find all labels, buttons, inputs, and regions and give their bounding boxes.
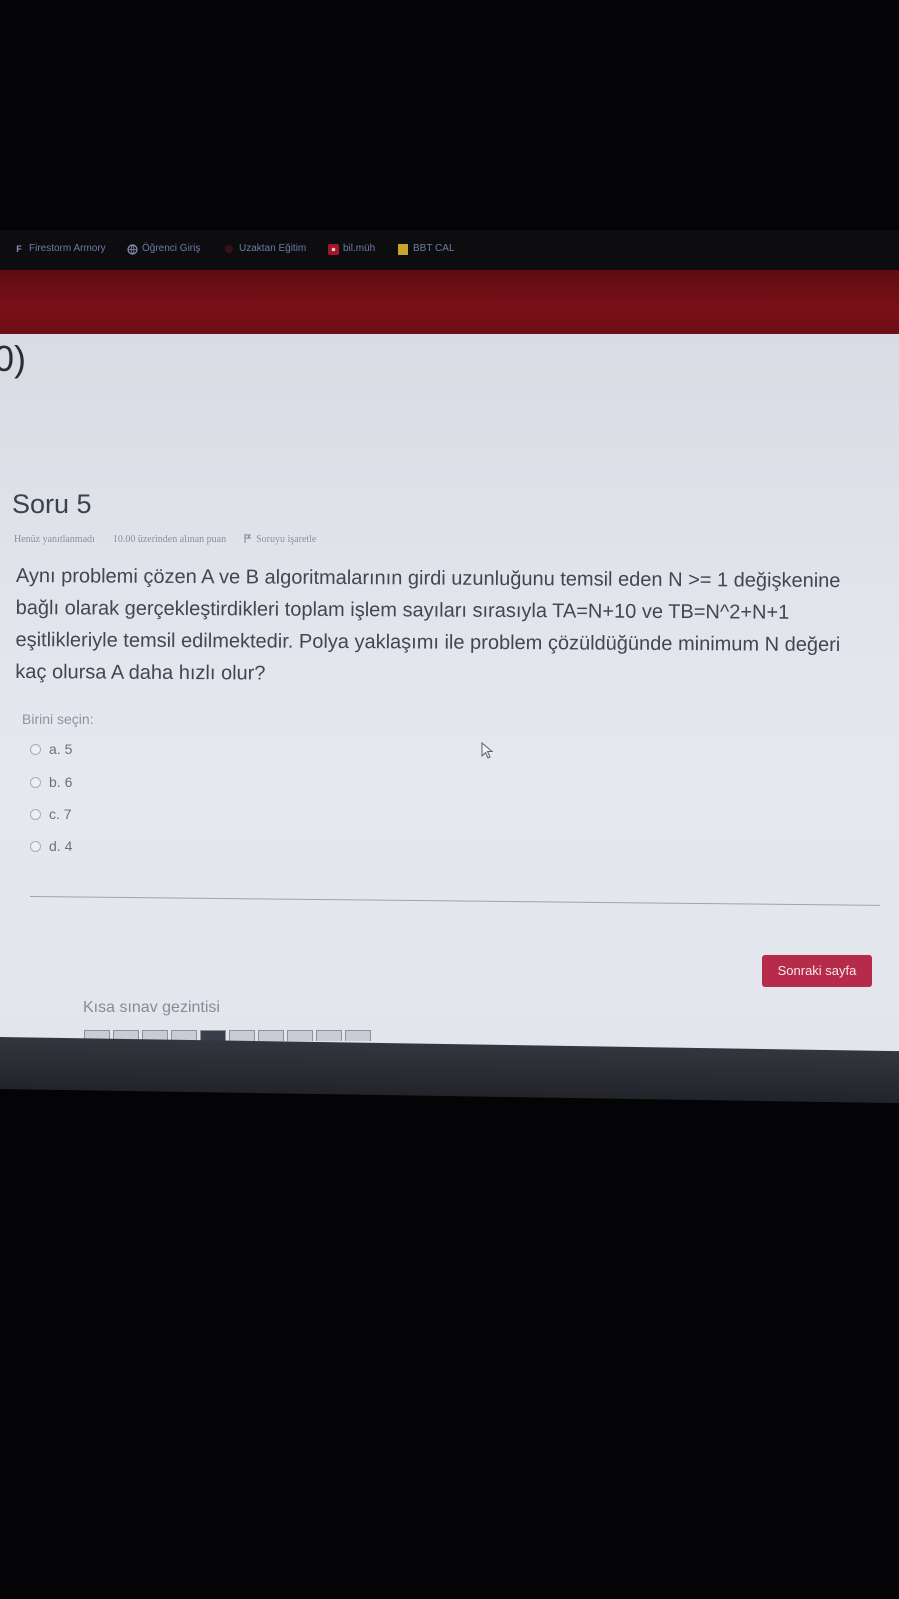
flag-question-label: Soruyu işaretle [256,534,317,545]
flag-icon [244,534,252,545]
answer-option-label: d. 4 [49,838,73,854]
answer-option-a[interactable]: a. 5 [30,741,72,757]
quiz-nav-question-button[interactable] [287,1030,313,1041]
radio-button[interactable] [30,743,41,755]
bookmark-uzaktan-egitim[interactable]: Uzaktan Eğitim [224,243,306,254]
radio-button[interactable] [30,776,41,788]
question-status: Henüz yanıtlanmadı [14,534,95,545]
red-site-icon [328,243,339,255]
answer-option-c[interactable]: c. 7 [30,806,72,822]
answer-option-label: c. 7 [49,806,72,822]
question-title: Soru 5 [12,489,92,519]
photo-frame: F Firestorm Armory Öğrenci Giriş Uzaktan… [0,0,899,1599]
site-header [0,270,899,334]
answer-option-b[interactable]: b. 6 [30,774,72,790]
page-heading-fragment: 0) [0,338,27,379]
answer-option-d[interactable]: d. 4 [30,838,72,854]
quiz-nav-question-button[interactable] [258,1030,284,1041]
next-page-button[interactable]: Sonraki sayfa [762,955,872,987]
question-info: Henüz yanıtlanmadı 10.00 üzerinden alına… [14,534,316,545]
folder-icon [398,243,408,255]
bookmark-bbt-cal[interactable]: BBT CAL [398,243,455,255]
question-text: Aynı problemi çözen A ve B algoritmaları… [15,564,841,685]
bookmark-label: Uzaktan Eğitim [239,243,307,254]
bookmark-bil-muh[interactable]: bil.müh [328,243,376,255]
bookmark-firestorm-armory[interactable]: F Firestorm Armory [14,243,106,254]
quiz-nav-question-button[interactable] [229,1030,255,1041]
radio-button[interactable] [30,840,41,852]
quiz-nav-question-button[interactable] [316,1030,342,1041]
answer-option-label: a. 5 [49,741,73,757]
section-divider [29,896,880,906]
mouse-cursor-icon [481,742,494,759]
radio-button[interactable] [30,808,41,820]
bookmark-ogrenci-giris[interactable]: Öğrenci Giriş [127,243,201,255]
bookmark-label: Öğrenci Giriş [142,243,201,254]
bookmark-label: Firestorm Armory [29,243,106,254]
bookmark-label: bil.müh [343,243,376,254]
answer-prompt: Birini seçin: [22,711,94,727]
quiz-nav-question-button[interactable] [345,1030,371,1041]
firestorm-icon: F [16,243,22,254]
flag-question-link[interactable]: Soruyu işaretle [244,534,316,545]
bookmark-label: BBT CAL [413,243,455,254]
site-icon [224,244,234,254]
question-grade: 10.00 üzerinden alınan puan [112,534,227,545]
answer-option-label: b. 6 [49,774,73,790]
quiz-page: 0) Soru 5 Henüz yanıtlanmadı 10.00 üzeri… [0,334,899,1060]
globe-icon [127,243,138,255]
quiz-navigation-title: Kısa sınav gezintisi [83,999,220,1016]
